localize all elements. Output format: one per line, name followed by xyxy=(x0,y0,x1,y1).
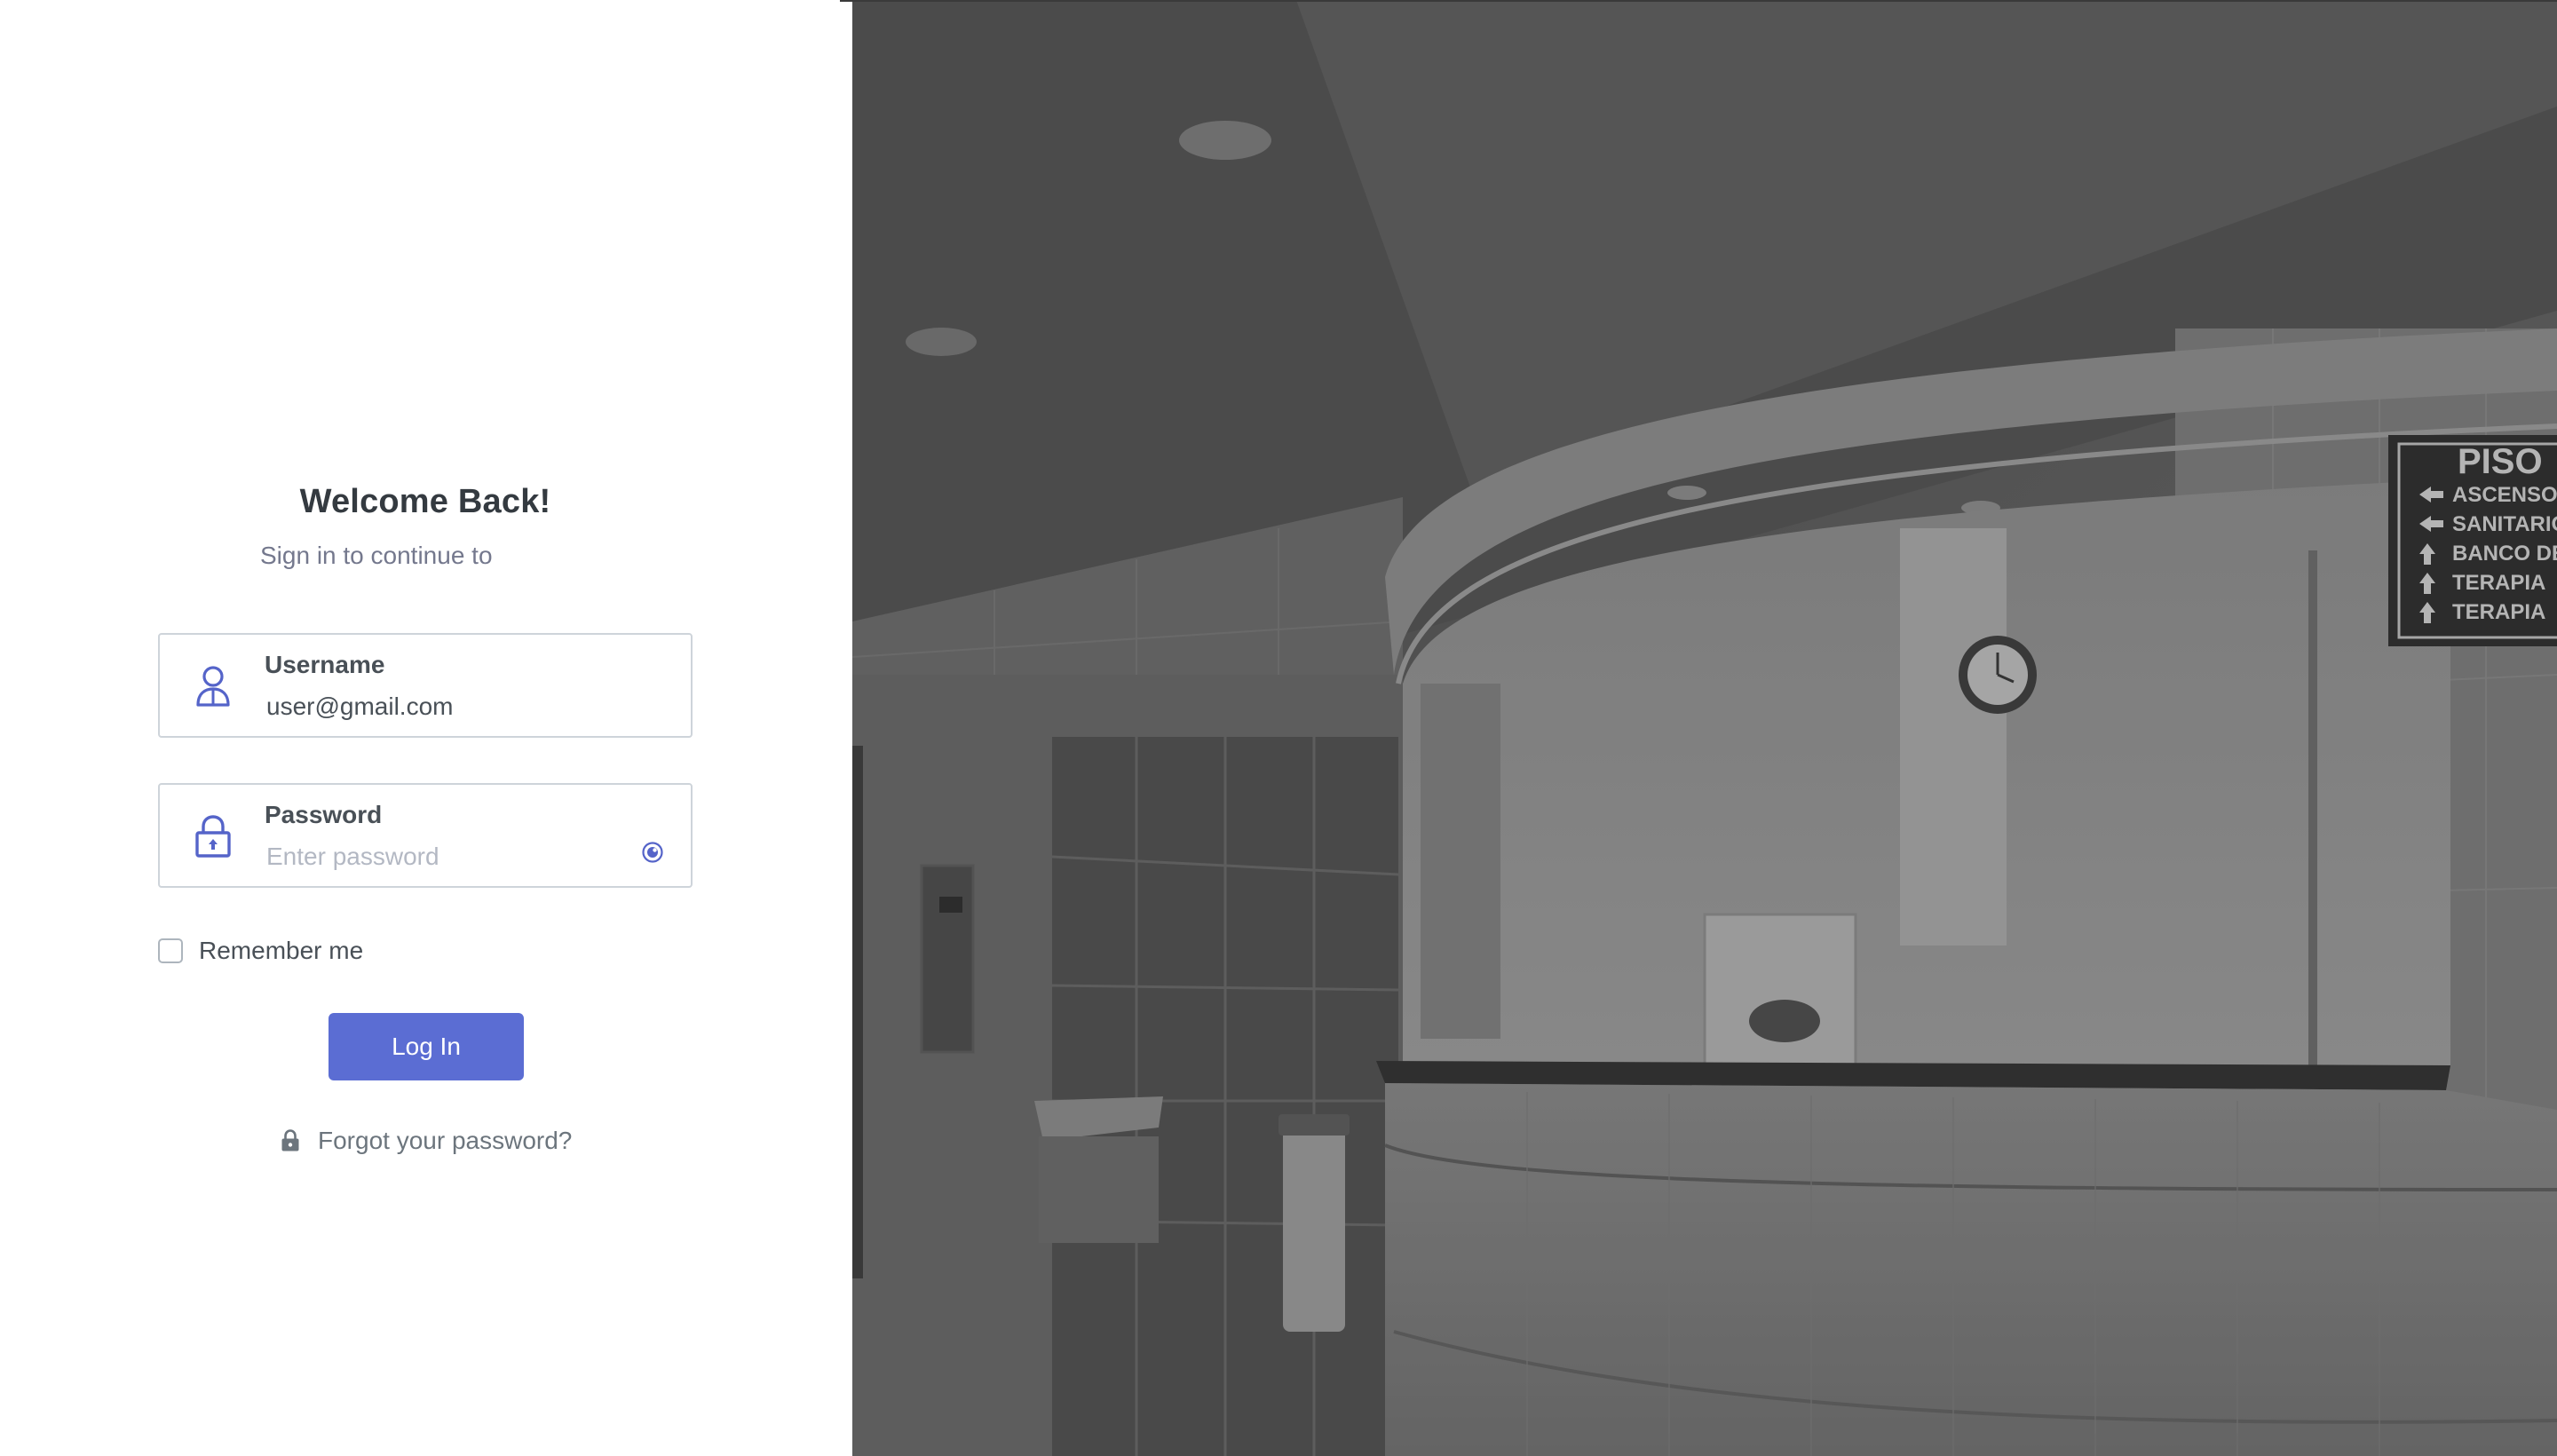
remember-checkbox[interactable] xyxy=(158,938,183,963)
hospital-reception-illustration: PISO ASCENSOR SANITARIO BANCO DE TERAPIA… xyxy=(852,0,2557,1456)
username-label: Username xyxy=(265,651,385,678)
eye-icon[interactable] xyxy=(641,841,664,864)
background-image: PISO ASCENSOR SANITARIO BANCO DE TERAPIA… xyxy=(852,0,2557,1456)
top-border xyxy=(840,0,2557,2)
page-subtitle: Sign in to continue to xyxy=(260,542,493,569)
login-panel: Welcome Back! Sign in to continue to Use… xyxy=(0,0,852,1456)
password-label: Password xyxy=(265,801,383,828)
forgot-password-text[interactable]: Forgot your password? xyxy=(318,1127,572,1155)
username-field[interactable]: Username xyxy=(158,633,693,738)
password-input[interactable] xyxy=(263,840,643,874)
forgot-password-link[interactable]: Forgot your password? xyxy=(281,1124,572,1158)
remember-label[interactable]: Remember me xyxy=(199,937,363,965)
lock-icon xyxy=(195,815,231,858)
remember-me[interactable]: Remember me xyxy=(158,936,363,966)
user-icon xyxy=(196,666,230,707)
page-title: Welcome Back! xyxy=(299,483,551,520)
password-field[interactable]: Password xyxy=(158,783,693,888)
login-page: Welcome Back! Sign in to continue to Use… xyxy=(0,0,2557,1456)
lock-icon xyxy=(281,1129,299,1151)
login-button[interactable]: Log In xyxy=(329,1013,524,1080)
username-input[interactable] xyxy=(263,690,643,724)
